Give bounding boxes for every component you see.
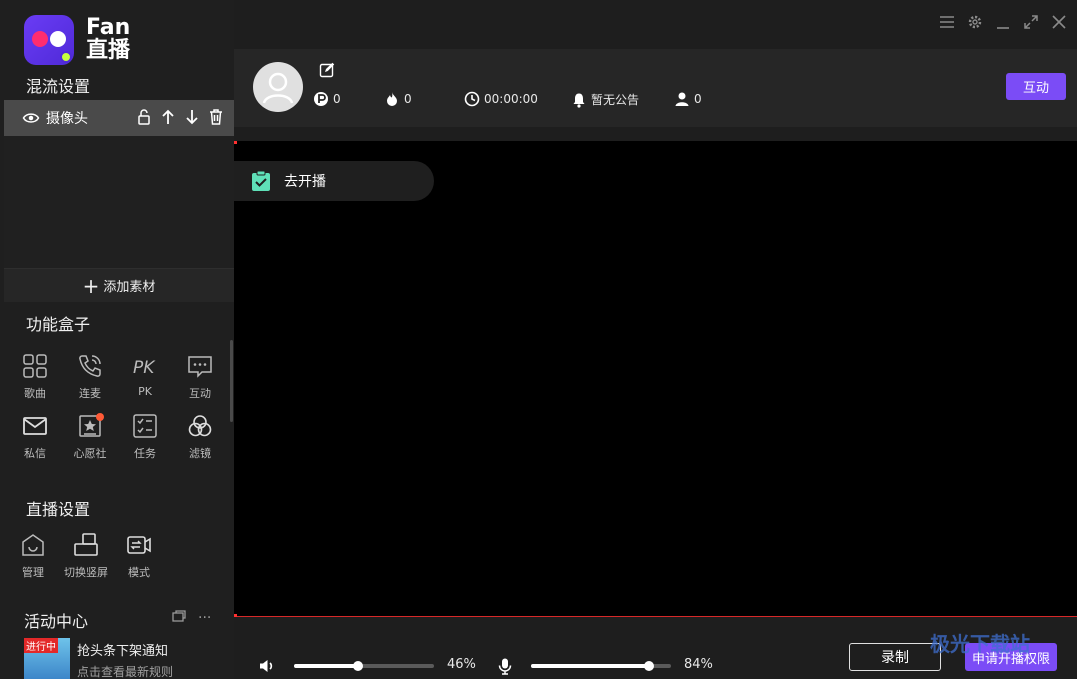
notification-dot — [96, 413, 104, 421]
mic-volume-value: 84% — [684, 657, 713, 672]
speaker-volume-value: 46% — [447, 657, 476, 672]
pk-icon: PK — [133, 358, 156, 378]
activity-center-title: 活动中心 — [24, 612, 89, 631]
activity-subtitle[interactable]: 点击查看最新规则 — [77, 663, 173, 679]
arrow-up-icon[interactable] — [160, 108, 176, 126]
function-box-title: 功能盒子 — [26, 315, 91, 334]
source-name: 摄像头 — [46, 111, 88, 127]
camera-mode-icon — [127, 536, 151, 554]
person-icon — [675, 92, 689, 106]
app-logo — [24, 15, 74, 65]
activity-thumbnail[interactable]: 进行中 — [24, 638, 70, 679]
rotate-screen-icon — [74, 533, 98, 556]
checklist-icon — [133, 414, 157, 438]
lock-icon[interactable] — [136, 108, 152, 126]
trash-icon[interactable] — [208, 108, 224, 126]
func-interact[interactable]: 互动 — [172, 353, 228, 401]
stream-header: 0 0 00:00:00 暂无公告 0 互动 — [234, 49, 1077, 127]
grid-icon — [23, 354, 47, 378]
sidebar: Fan 直播 混流设置 摄像头 + 添加素材 功能盒子 歌曲 连麦 PK PK … — [0, 0, 234, 679]
eye-icon[interactable] — [22, 109, 40, 127]
user-silhouette-icon — [262, 72, 294, 104]
coin-count: 0 — [313, 91, 341, 107]
avatar[interactable] — [253, 62, 303, 112]
func-tasks[interactable]: 任务 — [117, 413, 173, 461]
microphone-icon[interactable] — [496, 657, 514, 675]
gear-icon[interactable] — [967, 14, 983, 30]
clock-icon — [464, 91, 480, 107]
activity-title[interactable]: 抢头条下架通知 — [77, 640, 168, 659]
func-pk[interactable]: PK PK — [117, 353, 173, 398]
mic-slider-knob[interactable] — [643, 661, 654, 671]
brand-name: Fan 直播 — [86, 15, 131, 63]
flame-icon — [387, 92, 397, 106]
edit-icon[interactable] — [319, 62, 335, 78]
source-list-area — [4, 136, 234, 268]
arrow-down-icon[interactable] — [184, 108, 200, 126]
live-switch-portrait[interactable]: 切换竖屏 — [58, 532, 114, 580]
minimize-icon[interactable] — [995, 14, 1011, 30]
func-songs[interactable]: 歌曲 — [7, 353, 63, 401]
live-settings-title: 直播设置 — [26, 500, 91, 519]
bell-icon — [573, 93, 585, 108]
func-co-host[interactable]: 连麦 — [62, 353, 118, 401]
status-badge: 进行中 — [24, 638, 58, 653]
filter-circles-icon — [188, 415, 212, 437]
mail-icon — [23, 417, 47, 435]
plus-icon: + — [82, 273, 100, 298]
func-filters[interactable]: 滤镜 — [172, 413, 228, 461]
func-messages[interactable]: 私信 — [7, 413, 63, 461]
speaker-slider-knob[interactable] — [353, 661, 364, 671]
mix-settings-title: 混流设置 — [26, 77, 91, 96]
expand-icon[interactable] — [1023, 14, 1039, 30]
live-duration: 00:00:00 — [464, 91, 538, 107]
sidebar-scrollbar[interactable] — [230, 340, 233, 422]
watermark-text: 极光下载站 — [930, 632, 1030, 656]
home-manage-icon — [22, 534, 44, 556]
clipboard-check-icon — [252, 170, 270, 191]
menu-icon[interactable] — [939, 14, 955, 30]
live-mode[interactable]: 模式 — [111, 532, 167, 580]
close-icon[interactable] — [1051, 14, 1067, 30]
announcement[interactable]: 暂无公告 — [571, 91, 639, 108]
record-button[interactable]: 录制 — [849, 643, 941, 671]
viewer-count: 0 — [674, 91, 702, 107]
mic-volume-slider[interactable] — [531, 661, 671, 671]
func-wishlist[interactable]: 心愿社 — [62, 413, 118, 461]
coin-icon — [314, 92, 328, 106]
add-material-button[interactable]: + 添加素材 — [4, 268, 234, 302]
window-controls — [939, 14, 1067, 30]
interact-button[interactable]: 互动 — [1006, 73, 1066, 100]
chat-bubble-icon — [188, 356, 212, 378]
go-live-button[interactable]: 去开播 — [234, 161, 434, 201]
speaker-volume-slider[interactable] — [294, 661, 434, 671]
preview-stage[interactable]: 去开播 — [234, 141, 1077, 617]
phone-icon — [79, 355, 101, 377]
more-icon[interactable]: ··· — [198, 610, 211, 626]
speaker-icon[interactable] — [258, 657, 276, 675]
source-item-camera[interactable]: 摄像头 — [4, 100, 234, 136]
heat-count: 0 — [384, 91, 412, 107]
live-manage[interactable]: 管理 — [5, 532, 61, 580]
svg-text:PK: PK — [133, 358, 156, 378]
window-icon[interactable] — [172, 610, 186, 624]
